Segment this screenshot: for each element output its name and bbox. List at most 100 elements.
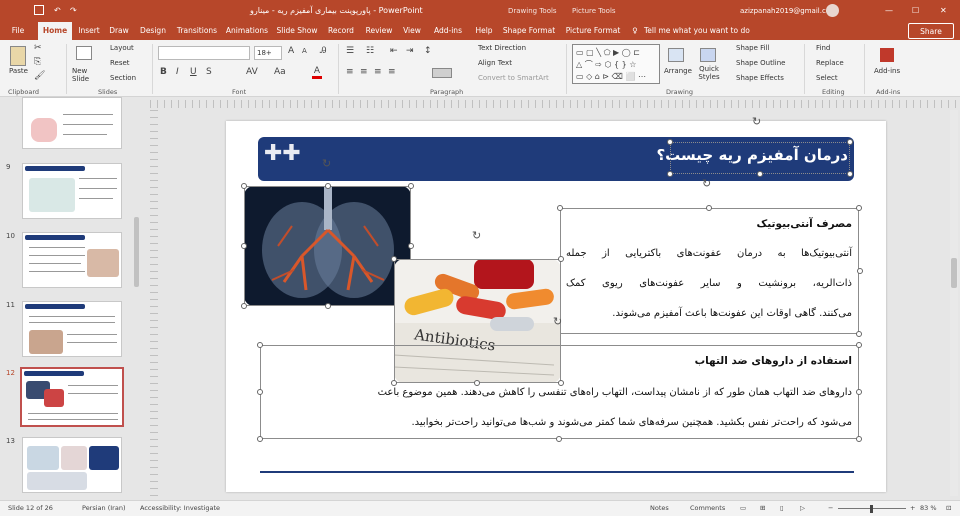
zoom-out-icon[interactable]: − <box>828 504 833 512</box>
copy-icon[interactable]: ⎘ <box>34 57 41 67</box>
save-icon[interactable] <box>34 5 44 15</box>
font-color-icon[interactable]: A <box>312 66 322 79</box>
shrink-font-icon[interactable]: A <box>302 47 307 55</box>
select-button[interactable]: Select <box>816 74 838 82</box>
font-name-field[interactable] <box>158 46 250 60</box>
layout-button[interactable]: Layout <box>110 44 134 52</box>
tab-insert[interactable]: Insert <box>74 22 104 40</box>
slide-thumbnail-8[interactable] <box>22 97 122 149</box>
clear-format-icon[interactable]: Ꭿ <box>320 46 327 56</box>
grow-font-icon[interactable]: A <box>288 46 294 56</box>
new-slide-icon[interactable] <box>76 46 92 60</box>
language-indicator[interactable]: Persian (Iran) <box>82 504 126 512</box>
picture-tools-label: Picture Tools <box>572 7 616 15</box>
user-email[interactable]: azizpanah2019@gmail.com <box>740 0 837 22</box>
text-direction-button[interactable]: Text Direction <box>478 44 526 52</box>
increase-indent-icon[interactable]: ⇥ <box>406 46 414 56</box>
redo-icon[interactable]: ↷ <box>70 0 77 22</box>
paste-button[interactable]: Paste <box>9 67 28 75</box>
fit-slide-icon[interactable]: ⊡ <box>946 504 951 512</box>
tab-home[interactable]: Home <box>38 22 72 40</box>
rotate-handle-icon-2[interactable]: ↻ <box>702 177 711 190</box>
replace-button[interactable]: Replace <box>816 59 844 67</box>
tab-picture-format[interactable]: Picture Format <box>562 22 624 40</box>
underline-icon[interactable]: U <box>190 67 197 77</box>
align-center-icon[interactable]: ≡ <box>360 67 368 77</box>
shape-fill-button[interactable]: Shape Fill <box>736 44 770 52</box>
accessibility-status[interactable]: Accessibility: Investigate <box>140 504 220 512</box>
tab-shape-format[interactable]: Shape Format <box>502 22 556 40</box>
tab-help[interactable]: Help <box>470 22 498 40</box>
slide-thumbnail-13[interactable] <box>22 437 122 493</box>
align-text-button[interactable]: Align Text <box>478 59 512 67</box>
bullets-icon[interactable]: ☰ <box>346 46 354 56</box>
format-painter-icon[interactable]: 🖌 <box>34 71 45 81</box>
share-button[interactable]: Share <box>908 23 954 39</box>
normal-view-icon[interactable]: ▭ <box>740 504 746 512</box>
comments-button[interactable]: Comments <box>690 504 725 512</box>
add-ins-icon[interactable] <box>880 48 894 62</box>
zoom-level[interactable]: 83 % <box>920 504 937 512</box>
cut-icon[interactable]: ✂ <box>34 43 42 53</box>
slide-thumbnail-9[interactable] <box>22 163 122 219</box>
add-ins-button[interactable]: Add-ins <box>874 67 900 75</box>
line-spacing-icon[interactable]: ↕ <box>424 46 432 56</box>
tab-transitions[interactable]: Transitions <box>173 22 221 40</box>
bold-icon[interactable]: B <box>160 67 167 77</box>
zoom-in-icon[interactable]: + <box>910 504 915 512</box>
arrange-icon[interactable] <box>668 48 684 62</box>
minimize-icon[interactable]: — <box>885 0 893 22</box>
char-spacing-icon[interactable]: AV <box>246 67 258 77</box>
maximize-icon[interactable]: ☐ <box>912 0 919 22</box>
reading-view-icon[interactable]: ▯ <box>780 504 784 512</box>
avatar[interactable] <box>826 4 839 17</box>
shape-effects-button[interactable]: Shape Effects <box>736 74 784 82</box>
slide-thumbnail-10[interactable] <box>22 232 122 288</box>
panel-scrollbar[interactable] <box>134 217 139 287</box>
align-right-icon[interactable]: ≡ <box>374 67 382 77</box>
quick-styles-button[interactable]: Quick Styles <box>694 65 724 81</box>
main-scrollbar[interactable] <box>950 110 958 496</box>
tab-record[interactable]: Record <box>324 22 358 40</box>
tab-slide-show[interactable]: Slide Show <box>274 22 320 40</box>
tab-design[interactable]: Design <box>136 22 170 40</box>
main-scrollbar-thumb[interactable] <box>951 258 957 288</box>
new-slide-button[interactable]: New Slide <box>72 67 98 83</box>
pills-rotate-icon[interactable]: ↻ <box>472 229 481 242</box>
close-icon[interactable]: ✕ <box>940 0 947 22</box>
columns-icon[interactable] <box>432 68 452 78</box>
zoom-slider-thumb[interactable] <box>870 505 873 513</box>
numbering-icon[interactable]: ☷ <box>366 46 374 56</box>
pills-rotate-icon-2[interactable]: ↻ <box>553 315 562 328</box>
find-button[interactable]: Find <box>816 44 830 52</box>
tab-review[interactable]: Review <box>362 22 396 40</box>
italic-icon[interactable]: I <box>176 67 179 77</box>
align-left-icon[interactable]: ≡ <box>346 67 354 77</box>
justify-icon[interactable]: ≡ <box>388 67 396 77</box>
tab-view[interactable]: View <box>398 22 426 40</box>
tab-animations[interactable]: Animations <box>224 22 270 40</box>
tab-draw[interactable]: Draw <box>106 22 132 40</box>
section-button[interactable]: Section <box>110 74 136 82</box>
decrease-indent-icon[interactable]: ⇤ <box>390 46 398 56</box>
undo-icon[interactable]: ↶ <box>54 0 61 22</box>
reset-button[interactable]: Reset <box>110 59 130 67</box>
rotate-handle-icon[interactable]: ↻ <box>752 115 761 128</box>
shape-outline-button[interactable]: Shape Outline <box>736 59 785 67</box>
notes-button[interactable]: Notes <box>650 504 669 512</box>
font-size-field[interactable]: 18+ <box>254 46 282 60</box>
quick-styles-icon[interactable] <box>700 48 716 62</box>
slide-thumbnail-12[interactable] <box>20 367 124 427</box>
arrange-button[interactable]: Arrange <box>664 67 692 75</box>
paste-icon[interactable] <box>10 46 26 66</box>
tell-me-search[interactable]: Tell me what you want to do <box>644 22 764 40</box>
convert-smartart-button[interactable]: Convert to SmartArt <box>478 74 549 82</box>
slide-sorter-icon[interactable]: ⊞ <box>760 504 765 512</box>
tab-file[interactable]: File <box>4 22 32 40</box>
lungs-rotate-icon[interactable]: ↻ <box>322 157 331 170</box>
tab-add-ins[interactable]: Add-ins <box>430 22 466 40</box>
strikethrough-icon[interactable]: S <box>206 67 212 77</box>
slide-thumbnail-11[interactable] <box>22 301 122 357</box>
slideshow-icon[interactable]: ▷ <box>800 504 805 512</box>
change-case-icon[interactable]: Aa <box>274 67 286 77</box>
